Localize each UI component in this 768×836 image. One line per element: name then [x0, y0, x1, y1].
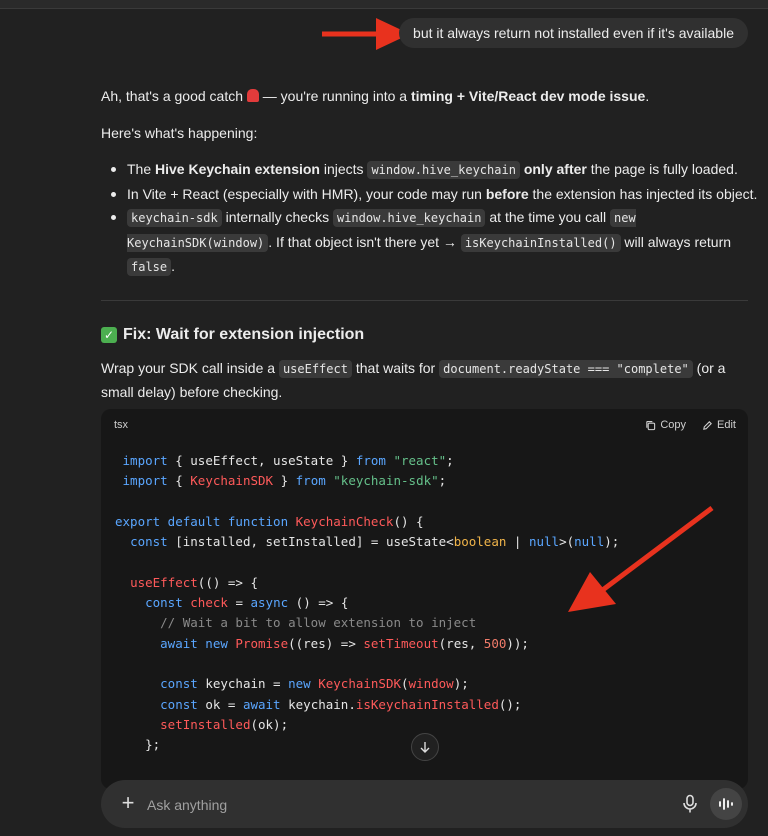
reply-intro: Ah, that's a good catch — you're running… — [101, 88, 650, 104]
list-item: keychain-sdk internally checks window.hi… — [101, 206, 761, 280]
divider — [101, 300, 748, 301]
fix-description: Wrap your SDK call inside a useEffect th… — [101, 360, 726, 400]
voice-mode-button[interactable] — [710, 788, 742, 820]
explanation-list: The Hive Keychain extension injects wind… — [101, 158, 761, 280]
chat-input[interactable] — [145, 792, 669, 818]
whats-happening-text: Here's what's happening: — [101, 125, 258, 141]
top-bar — [0, 0, 768, 9]
microphone-icon[interactable] — [681, 794, 699, 814]
code-block: tsx Copy Edit import { useEffect, useSta… — [101, 409, 748, 789]
siren-icon — [246, 89, 259, 102]
user-message-bubble: but it always return not installed even … — [399, 18, 748, 48]
check-mark-icon: ✓ — [101, 327, 117, 343]
waveform-icon — [719, 798, 733, 810]
list-item: The Hive Keychain extension injects wind… — [101, 158, 761, 183]
add-attachment-button[interactable]: + — [117, 792, 139, 815]
scroll-down-button[interactable] — [411, 733, 439, 761]
copy-icon — [646, 420, 656, 430]
edit-icon — [703, 420, 712, 430]
annotation-arrow-top — [322, 18, 410, 50]
fix-heading: ✓ Fix: Wait for extension injection — [101, 326, 364, 344]
list-item: In Vite + React (especially with HMR), y… — [101, 183, 761, 207]
code-block-header: tsx Copy Edit — [101, 409, 748, 441]
message-composer: + — [101, 780, 748, 828]
code-language-label: tsx — [114, 419, 129, 431]
arrow-down-icon — [420, 742, 430, 753]
edit-code-button[interactable]: Edit — [702, 419, 736, 431]
copy-code-button[interactable]: Copy — [645, 419, 686, 431]
code-content: import { useEffect, useState } from "rea… — [115, 453, 620, 753]
